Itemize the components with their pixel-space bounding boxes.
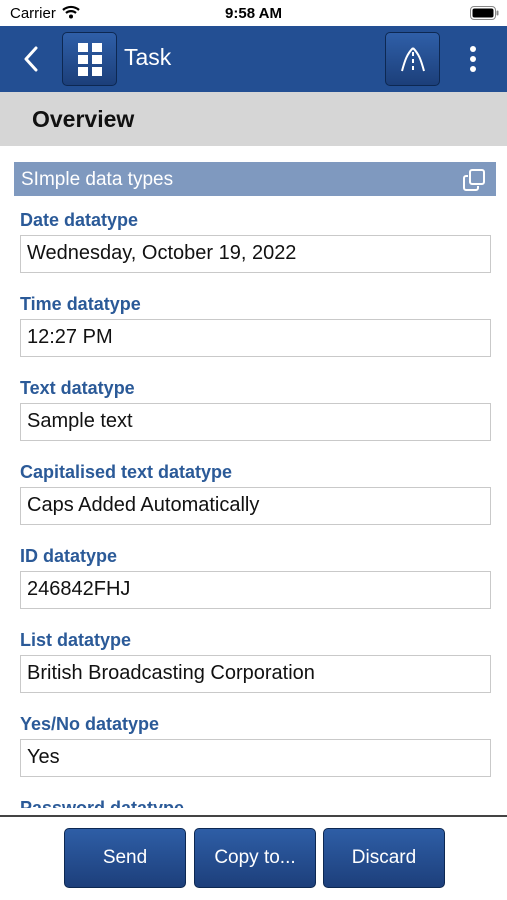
field-label: List datatype (20, 630, 132, 650)
status-bar: Carrier 9:58 AM (0, 0, 507, 26)
yes-no-select[interactable]: Yes (20, 739, 491, 777)
group-header: SImple data types (14, 162, 496, 196)
field-label: Time datatype (20, 294, 141, 314)
form-content[interactable]: SImple data types Date datatype Wednesda… (0, 146, 507, 808)
time-field: Time datatype 12:27 PM (20, 293, 491, 357)
field-label: ID datatype (20, 546, 118, 566)
field-label: Capitalised text datatype (20, 462, 233, 482)
time-input[interactable]: 12:27 PM (20, 319, 491, 357)
copy-icon[interactable] (462, 168, 486, 192)
overview-section-header: Overview (0, 92, 507, 146)
text-field: Text datatype Sample text (20, 377, 491, 441)
grid-icon (77, 43, 102, 76)
field-label: Text datatype (20, 378, 135, 398)
capitalised-text-input[interactable]: Caps Added Automatically (20, 487, 491, 525)
nav-bar: Task (0, 26, 507, 92)
copy-to-button[interactable]: Copy to... (194, 828, 316, 888)
more-button[interactable] (458, 40, 488, 78)
route-button[interactable] (385, 32, 440, 86)
section-title: Overview (32, 106, 135, 132)
capitalised-text-field: Capitalised text datatype Caps Added Aut… (20, 461, 491, 525)
date-field: Date datatype Wednesday, October 19, 202… (20, 209, 491, 273)
id-field: ID datatype 246842FHJ (20, 545, 491, 609)
battery-icon (470, 6, 499, 20)
status-time: 9:58 AM (225, 5, 282, 22)
list-field: List datatype British Broadcasting Corpo… (20, 629, 491, 693)
apps-grid-button[interactable] (62, 32, 117, 86)
discard-button[interactable]: Discard (323, 828, 445, 888)
text-input[interactable]: Sample text (20, 403, 491, 441)
id-input[interactable]: 246842FHJ (20, 571, 491, 609)
list-select[interactable]: British Broadcasting Corporation (20, 655, 491, 693)
date-input[interactable]: Wednesday, October 19, 2022 (20, 235, 491, 273)
field-label: Yes/No datatype (20, 714, 160, 734)
chevron-left-icon (24, 46, 38, 72)
road-icon (400, 47, 425, 72)
more-vertical-icon (470, 46, 476, 72)
page-title: Task (124, 44, 172, 70)
send-button[interactable]: Send (64, 828, 186, 888)
bottom-toolbar: Send Copy to... Discard (0, 817, 507, 900)
yes-no-field: Yes/No datatype Yes (20, 713, 491, 777)
back-button[interactable] (14, 40, 48, 78)
field-label: Password datatype (20, 798, 185, 808)
group-title: SImple data types (21, 169, 174, 190)
password-field: Password datatype (20, 797, 491, 808)
field-label: Date datatype (20, 210, 139, 230)
